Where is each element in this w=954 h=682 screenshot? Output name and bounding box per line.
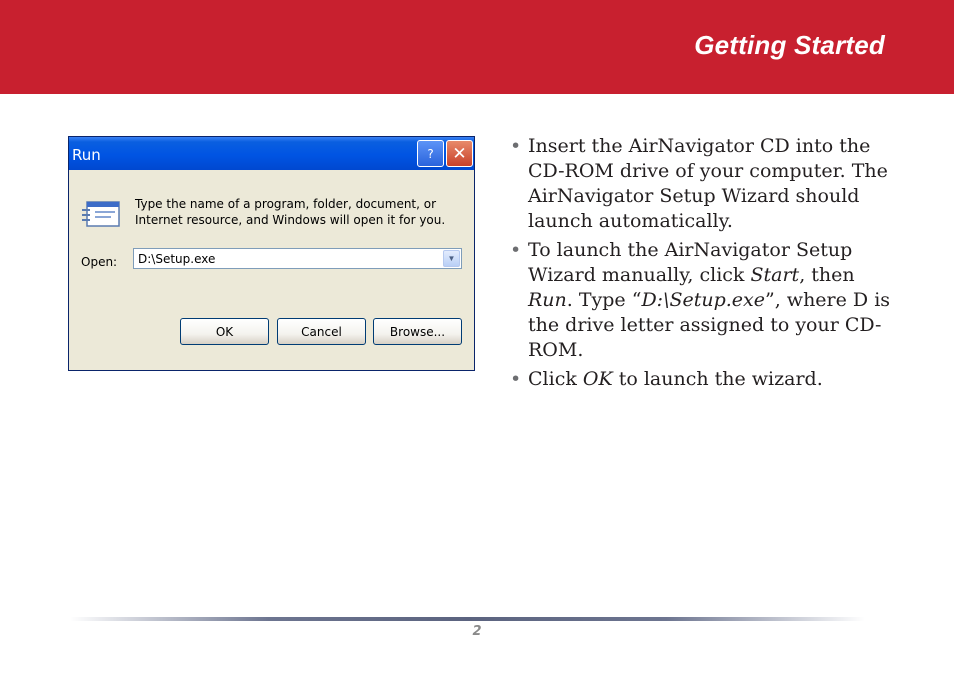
help-icon: ? [427, 146, 434, 161]
bullet-icon: • [510, 135, 522, 157]
header-banner: Getting Started [0, 0, 954, 94]
ok-button[interactable]: OK [180, 318, 269, 345]
dialog-titlebar[interactable]: Run ? ✕ [69, 137, 474, 170]
page-title: Getting Started [694, 30, 885, 60]
run-dialog: Run ? ✕ Type the name of a program, fold… [68, 136, 475, 371]
dialog-prompt: Type the name of a program, folder, docu… [135, 197, 446, 227]
open-input-value: D:\Setup.exe [138, 252, 216, 266]
browse-button[interactable]: Browse... [373, 318, 462, 345]
instruction-list: • Insert the AirNavigator CD into the CD… [510, 134, 900, 396]
list-item: • Insert the AirNavigator CD into the CD… [510, 135, 888, 232]
list-item: • Click OK to launch the wizard. [510, 368, 823, 390]
run-dialog-icon [82, 201, 120, 227]
list-item: • To launch the AirNavigator Setup Wizar… [510, 239, 891, 361]
cancel-button[interactable]: Cancel [277, 318, 366, 345]
help-button[interactable]: ? [417, 140, 444, 167]
footer-divider [70, 617, 865, 621]
open-label: Open: [81, 255, 118, 269]
open-input[interactable]: D:\Setup.exe ▼ [133, 248, 462, 269]
page-number: 2 [472, 624, 482, 639]
dialog-body: Type the name of a program, folder, docu… [69, 170, 474, 370]
bullet-icon: • [510, 239, 522, 261]
close-icon: ✕ [452, 143, 467, 164]
bullet-icon: • [510, 368, 522, 390]
dialog-title: Run [72, 146, 101, 164]
close-button[interactable]: ✕ [446, 140, 473, 167]
chevron-down-icon[interactable]: ▼ [443, 250, 460, 267]
